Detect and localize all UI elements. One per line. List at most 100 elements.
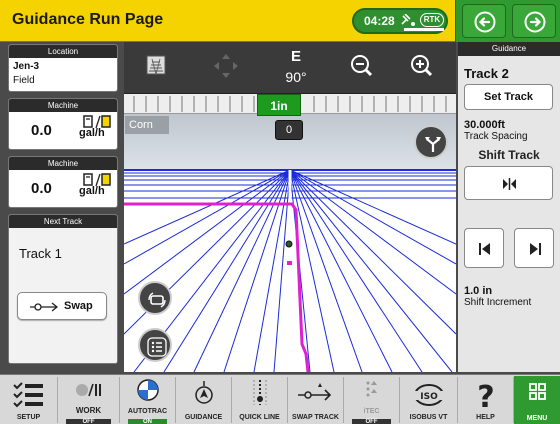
page-title: Guidance Run Page	[12, 11, 164, 28]
pan-arrows-icon	[214, 54, 238, 78]
help-button[interactable]: ? HELP	[458, 377, 514, 423]
machine-unit-2: gal/h	[79, 185, 105, 197]
shift-left-button[interactable]	[464, 228, 504, 268]
forward-button[interactable]	[512, 4, 556, 38]
quick-line-label: QUICK LINE	[239, 414, 280, 421]
shift-track-title: Shift Track	[478, 148, 540, 162]
swap-label: Swap	[64, 300, 93, 312]
setup-button[interactable]: SETUP	[0, 377, 58, 423]
list-icon	[147, 337, 167, 357]
clock: 04:28	[364, 14, 395, 28]
circle-arrow-left-icon	[474, 11, 496, 33]
track-spacing-value: 30.000ft	[464, 119, 505, 131]
machine-value-2: 0.0	[31, 180, 52, 197]
left-panel: Location Jen-3 Field Machine 0.0 gal/h M…	[8, 42, 118, 372]
heading-degrees: 90°	[285, 69, 307, 85]
help-icon: ?	[477, 380, 494, 415]
menu-button[interactable]: MENU	[514, 376, 560, 424]
work-button[interactable]: WORK OFF	[58, 377, 120, 424]
work-label: WORK	[75, 406, 102, 415]
guidance-panel: Guidance Track 2 Set Track 30.000ft Trac…	[458, 42, 560, 372]
heading-letter: E	[290, 48, 301, 65]
shift-increment-label: Shift Increment	[464, 297, 532, 308]
machine-unit-1: gal/h	[79, 127, 105, 139]
page-header: Guidance Run Page 04:28 RTK	[0, 0, 455, 42]
machine-value-1: 0.0	[31, 122, 52, 139]
back-button[interactable]	[462, 4, 506, 38]
autotrac-label: AUTOTRAC	[127, 408, 168, 415]
machine-header-2: Machine	[9, 157, 117, 170]
signal-bar	[404, 28, 444, 31]
camera-view-button[interactable]	[138, 281, 172, 315]
zoom-out-icon	[351, 55, 373, 77]
swap-button[interactable]: Swap	[17, 292, 107, 320]
rtk-badge: RTK	[420, 13, 444, 27]
set-track-button[interactable]: Set Track	[464, 84, 553, 110]
shift-right-button[interactable]	[514, 228, 554, 268]
quick-line-icon	[253, 380, 267, 405]
settings-list-icon	[13, 382, 43, 408]
isobus-label: ISOBUS VT	[409, 414, 448, 421]
view-mode-button[interactable]	[130, 46, 182, 88]
bottom-toolbar: SETUP WORK OFF AUTOTRAC ON GUIDANCE QUIC…	[0, 374, 560, 424]
center-shift-icon	[503, 178, 516, 190]
camera-rotate-icon	[148, 292, 166, 308]
location-name: Jen-3	[13, 61, 40, 72]
swap-icon	[30, 302, 58, 312]
work-state: OFF	[66, 419, 111, 424]
swap-track-icon	[298, 383, 332, 401]
recenter-track-button[interactable]	[464, 166, 553, 200]
autotrac-button[interactable]: AUTOTRAC ON	[120, 377, 176, 424]
next-track-header: Next Track	[9, 215, 117, 228]
isobus-vt-button[interactable]: ISO ISOBUS VT	[400, 377, 458, 423]
navigation-area	[455, 0, 560, 42]
circle-arrow-right-icon	[524, 11, 546, 33]
pan-button[interactable]	[200, 46, 252, 88]
guidance-icon	[195, 381, 213, 404]
view-toolbar: E 90°	[124, 42, 456, 94]
swap-track-button[interactable]: SWAP TRACK	[288, 377, 344, 423]
autotrac-state: ON	[128, 419, 167, 424]
zoom-in-button[interactable]	[396, 46, 448, 88]
zoom-out-button[interactable]	[336, 46, 388, 88]
guidance-button[interactable]: GUIDANCE	[176, 377, 232, 423]
setup-label: SETUP	[16, 414, 41, 421]
offset-indicator: 1in	[257, 94, 301, 116]
machine-card-1[interactable]: Machine 0.0 gal/h	[8, 98, 118, 150]
itec-state: OFF	[352, 419, 391, 424]
machine-header-1: Machine	[9, 99, 117, 112]
location-header: Location	[9, 45, 117, 58]
autotrac-icon	[137, 379, 159, 401]
crop-label: Corn	[125, 116, 169, 134]
satellite-icon	[401, 14, 415, 26]
track-spacing-label: Track Spacing	[464, 131, 528, 142]
help-label: HELP	[476, 414, 495, 421]
pass-counter: 0	[275, 120, 303, 140]
itec-button[interactable]: iTEC OFF	[344, 377, 400, 424]
menu-label: MENU	[526, 415, 548, 422]
next-track-card: Next Track Track 1 Swap	[8, 214, 118, 364]
fork-arrow-icon	[425, 137, 441, 152]
zoom-in-icon	[411, 55, 433, 77]
current-track-name: Track 2	[464, 66, 509, 81]
field-view-icon	[146, 55, 166, 75]
location-card[interactable]: Location Jen-3 Field	[8, 44, 118, 92]
location-type: Field	[13, 75, 35, 86]
svg-text:ISO: ISO	[420, 392, 438, 402]
list-button[interactable]	[138, 328, 172, 362]
guidance-panel-header: Guidance	[458, 42, 560, 56]
shift-right-icon	[530, 243, 541, 255]
work-toggle-icon	[76, 383, 101, 397]
guidance-label: GUIDANCE	[184, 414, 223, 421]
quick-line-button[interactable]: QUICK LINE	[232, 377, 288, 423]
next-track-name: Track 1	[19, 246, 62, 261]
shift-increment-value: 1.0 in	[464, 285, 493, 297]
itec-icon	[366, 381, 377, 397]
machine-card-2[interactable]: Machine 0.0 gal/h	[8, 156, 118, 208]
shift-left-icon	[479, 243, 490, 255]
gps-status-indicator[interactable]: 04:28 RTK	[352, 8, 448, 34]
turn-button[interactable]	[414, 125, 448, 159]
isobus-icon: ISO	[414, 384, 444, 406]
svg-text:?: ?	[477, 380, 494, 411]
menu-grid-icon	[529, 383, 546, 400]
